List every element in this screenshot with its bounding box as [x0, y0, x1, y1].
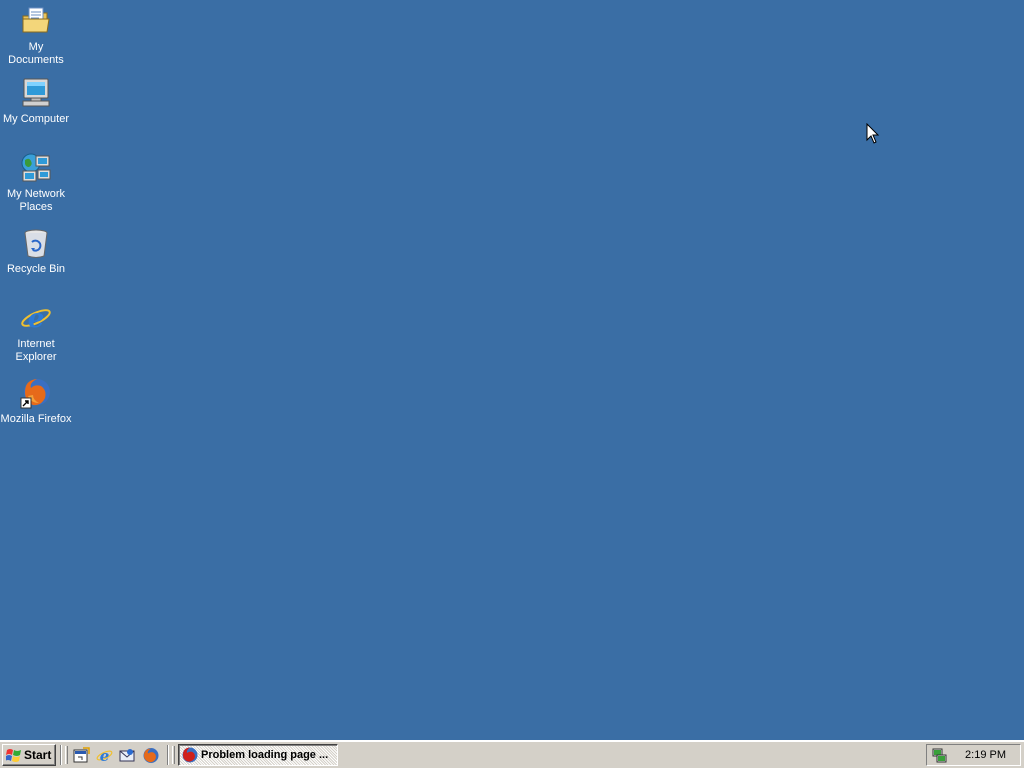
desktop-icon-label: Mozilla Firefox: [0, 413, 72, 425]
outlook-express-icon[interactable]: [119, 747, 136, 764]
firefox-icon: [20, 379, 50, 409]
desktop-icon-label: My Computer: [2, 113, 70, 125]
network-places-icon: [21, 153, 51, 182]
desktop-icon-internet-explorer[interactable]: e Internet Explorer: [0, 301, 72, 364]
firefox-icon[interactable]: [142, 747, 159, 764]
desktop-icon-label: Internet Explorer: [15, 338, 57, 363]
desktop[interactable]: My Documents My Computer My Network Plac…: [0, 0, 1024, 740]
internet-explorer-icon[interactable]: e: [96, 747, 113, 764]
desktop-icon-my-network-places[interactable]: My Network Places: [0, 151, 72, 214]
quick-launch-grip[interactable]: [65, 746, 68, 764]
desktop-icon-label: My Network Places: [6, 188, 66, 213]
folder-documents-icon: [22, 7, 50, 33]
desktop-icon-my-computer[interactable]: My Computer: [0, 76, 72, 126]
task-label: Problem loading page ...: [201, 749, 329, 761]
show-desktop-icon[interactable]: [73, 747, 90, 764]
svg-text:e: e: [100, 747, 110, 764]
taskbar: Start e Problem loading page ... 2:19 PM: [0, 740, 1024, 768]
desktop-icon-my-documents[interactable]: My Documents: [0, 4, 72, 67]
desktop-icon-label: Recycle Bin: [6, 263, 66, 275]
start-label: Start: [24, 748, 52, 762]
windows-logo-icon: [6, 749, 21, 762]
desktop-icon-mozilla-firefox[interactable]: Mozilla Firefox: [0, 376, 72, 426]
network-connection-icon[interactable]: [931, 747, 948, 764]
start-button[interactable]: Start: [2, 744, 56, 766]
desktop-icon-label: My Documents: [8, 41, 64, 66]
mouse-cursor-icon: [866, 123, 880, 144]
firefox-icon: [182, 747, 198, 763]
recycle-bin-icon: [24, 229, 48, 258]
computer-icon: [22, 78, 50, 107]
taskbar-separator: [60, 745, 62, 765]
taskbar-button-problem-loading-page[interactable]: Problem loading page ...: [178, 744, 338, 766]
taskbar-separator: [167, 745, 169, 765]
system-tray: 2:19 PM: [926, 744, 1021, 766]
desktop-icon-recycle-bin[interactable]: Recycle Bin: [0, 226, 72, 276]
svg-text:e: e: [28, 304, 45, 334]
clock[interactable]: 2:19 PM: [965, 749, 1006, 761]
internet-explorer-icon: e: [21, 304, 51, 334]
task-area-grip[interactable]: [172, 746, 175, 764]
